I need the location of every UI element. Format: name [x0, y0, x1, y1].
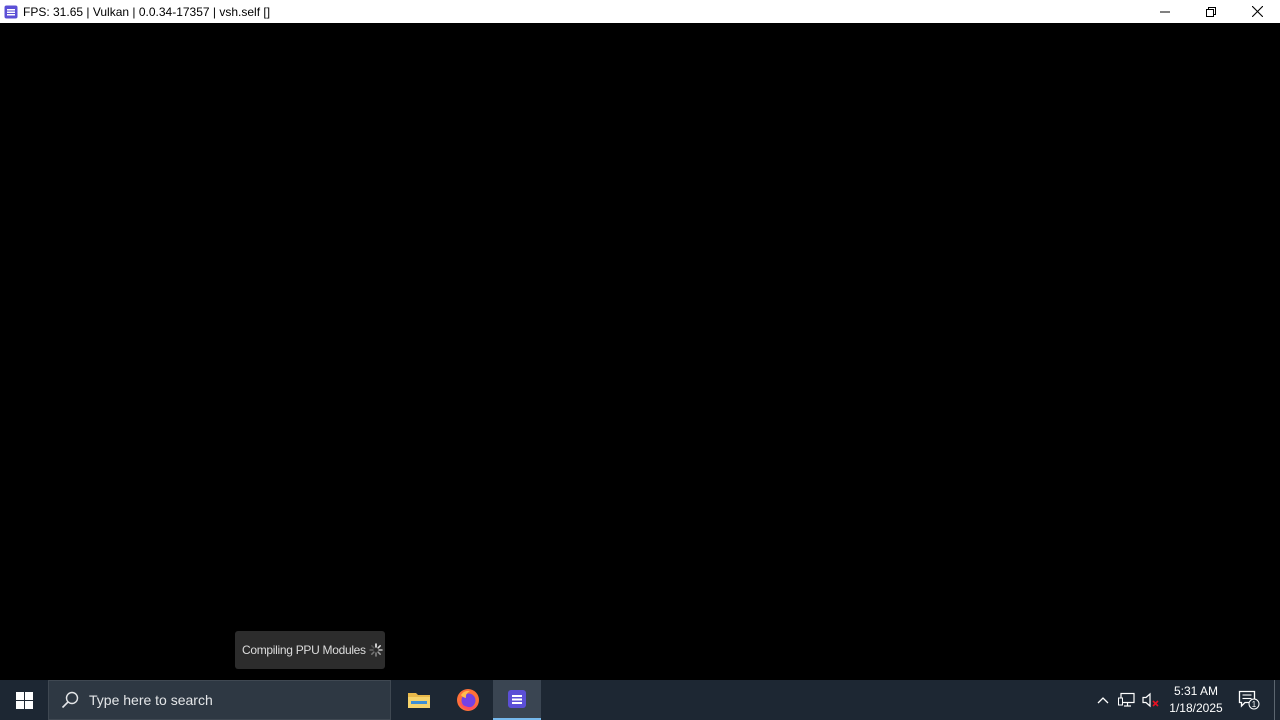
close-button[interactable]	[1234, 0, 1280, 23]
taskbar-app-file-explorer[interactable]	[395, 680, 443, 720]
clock-time: 5:31 AM	[1173, 684, 1219, 698]
close-icon	[1251, 6, 1263, 17]
notification-count: 1	[1252, 700, 1257, 709]
taskbar-app-firefox[interactable]	[444, 680, 492, 720]
taskbar-clock[interactable]: 5:31 AM 1/18/2025	[1162, 680, 1230, 720]
search-placeholder: Type here to search	[89, 692, 213, 708]
windows-start-icon	[15, 691, 33, 709]
window-title: FPS: 31.65 | Vulkan | 0.0.34-17357 | vsh…	[23, 4, 271, 19]
network-tray-button[interactable]	[1116, 680, 1138, 720]
minimize-button[interactable]	[1142, 0, 1188, 23]
show-desktop-divider[interactable]	[1274, 680, 1275, 720]
taskbar: Type here to search 5:31 AM 1/18/2025 1	[0, 680, 1280, 720]
network-icon	[1118, 692, 1135, 707]
window-controls	[1142, 0, 1280, 23]
window-titlebar[interactable]: FPS: 31.65 | Vulkan | 0.0.34-17357 | vsh…	[0, 0, 1280, 23]
firefox-icon	[457, 689, 479, 711]
rpcs3-icon	[508, 690, 526, 708]
emulator-viewport[interactable]	[0, 23, 1280, 680]
compiling-toast: Compiling PPU Modules	[235, 631, 385, 669]
taskbar-search-box[interactable]: Type here to search	[48, 680, 391, 720]
action-center-button[interactable]: 1	[1234, 680, 1264, 720]
chevron-up-icon	[1097, 697, 1109, 704]
show-hidden-icons-button[interactable]	[1094, 680, 1112, 720]
rpcs3-icon	[4, 5, 18, 19]
taskbar-app-rpcs3[interactable]	[493, 680, 541, 720]
start-button[interactable]	[0, 680, 48, 720]
restore-icon	[1206, 6, 1216, 17]
folder-icon	[408, 693, 430, 708]
volume-muted-icon	[1142, 692, 1159, 708]
notification-icon: 1	[1238, 690, 1260, 710]
loading-spinner-icon	[369, 643, 383, 657]
restore-button[interactable]	[1188, 0, 1234, 23]
volume-tray-button[interactable]	[1140, 680, 1162, 720]
toast-text: Compiling PPU Modules	[242, 643, 366, 657]
search-icon	[61, 691, 79, 709]
minimize-icon	[1160, 11, 1170, 12]
clock-date: 1/18/2025	[1169, 701, 1223, 715]
